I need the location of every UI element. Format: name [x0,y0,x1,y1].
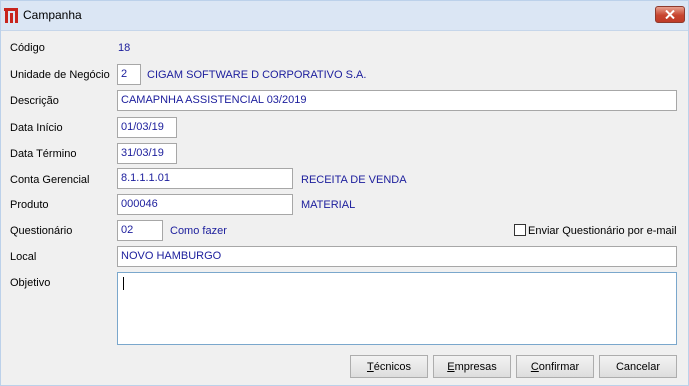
close-button[interactable] [655,6,685,23]
cancelar-button[interactable]: Cancelar [599,355,677,378]
data-inicio-label: Data Início [10,122,63,134]
empresas-accel: E [447,361,455,373]
tecnicos-label: écnicos [373,361,412,373]
unidade-input[interactable]: 2 [117,64,141,85]
window-title: Campanha [23,8,82,22]
unidade-label: Unidade de Negócio [10,69,110,81]
local-label: Local [10,251,37,263]
codigo-label: Código [10,42,45,54]
enviar-email-checkbox[interactable] [514,224,526,236]
empresas-label: mpresas [454,361,497,373]
tecnicos-accel: T [366,361,374,373]
questionario-label: Questionário [10,225,73,237]
conta-gerencial-input[interactable]: 8.1.1.1.01 [117,168,293,189]
conta-gerencial-description: RECEITA DE VENDA [301,174,407,186]
campanha-window: Campanha Código 18 Unidade de Negócio 2 … [0,0,689,386]
descricao-input[interactable]: CAMAPNHA ASSISTENCIAL 03/2019 [117,90,677,111]
cancelar-label: Cancelar [615,361,661,373]
data-termino-label: Data Término [10,148,77,160]
title-bar[interactable]: Campanha [1,1,688,31]
objetivo-label: Objetivo [10,277,51,289]
confirmar-button[interactable]: Confirmar [516,355,594,378]
local-input[interactable]: NOVO HAMBURGO [117,246,677,267]
produto-label: Produto [10,199,49,211]
questionario-input[interactable]: 02 [117,220,163,241]
produto-input[interactable]: 000046 [117,194,293,215]
app-logo-icon [4,8,18,23]
conta-gerencial-label: Conta Gerencial [10,174,90,186]
confirmar-label: onfirmar [538,361,580,373]
codigo-value: 18 [118,42,131,54]
objetivo-textarea[interactable] [117,272,677,345]
enviar-email-label[interactable]: Enviar Questionário por e-mail [528,225,677,237]
data-termino-input[interactable]: 31/03/19 [117,143,177,164]
tecnicos-button[interactable]: Técnicos [350,355,428,378]
descricao-label: Descrição [10,95,59,107]
data-inicio-input[interactable]: 01/03/19 [117,117,177,138]
text-caret [123,277,124,290]
confirmar-accel: C [530,361,539,373]
close-icon [665,10,675,19]
produto-description: MATERIAL [301,199,356,211]
questionario-description: Como fazer [170,225,227,237]
unidade-description: CIGAM SOFTWARE D CORPORATIVO S.A. [147,69,367,81]
empresas-button[interactable]: Empresas [433,355,511,378]
